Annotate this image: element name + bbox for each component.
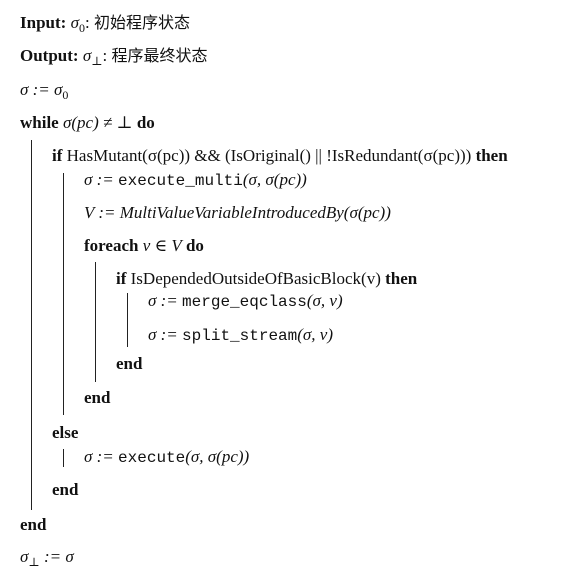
end-if: end [52, 480, 79, 499]
output-line: Output: σ⊥: 程序最终状态 [20, 46, 208, 68]
while-line: while σ(pc) ≠ ⊥ do [20, 113, 155, 133]
else-body-bar [63, 449, 64, 467]
sigma-bot-subscript: ⊥ [91, 54, 103, 68]
sigma-bot-symbol: σ [82, 46, 92, 65]
if2-line: if IsDependedOutsideOfBasicBlock(v) then [116, 269, 417, 289]
merge-line: σ := merge_eqclass(σ, v) [148, 291, 343, 311]
if2-body-bar [127, 293, 128, 347]
foreach-keyword: foreach [84, 236, 139, 255]
merge-fn: merge_eqclass [182, 293, 307, 311]
foreach-body-bar [95, 262, 96, 382]
end-if2: end [116, 354, 143, 373]
if-body-bar [63, 173, 64, 415]
if-keyword: if [52, 146, 63, 165]
foreach-line: foreach v ∈ V do [84, 236, 204, 256]
output-label: Output: [20, 46, 79, 65]
execute-multi-fn: execute_multi [118, 172, 243, 190]
final-assignment: σ⊥ := σ [20, 547, 74, 569]
output-description: 程序最终状态 [111, 46, 208, 65]
do-keyword: do [136, 113, 155, 132]
split-line: σ := split_stream(σ, v) [148, 325, 334, 345]
if2-keyword: if [116, 269, 127, 288]
while-body-bar [31, 140, 32, 510]
end-foreach: end [84, 388, 111, 407]
input-line: Input: σ0: 初始程序状态 [20, 13, 190, 35]
if2-condition: IsDependedOutsideOfBasicBlock(v) [130, 269, 381, 288]
while-keyword: while [20, 113, 59, 132]
execute-line: σ := execute(σ, σ(pc)) [84, 447, 250, 467]
while-condition: σ(pc) ≠ ⊥ [62, 113, 133, 132]
if-condition: HasMutant(σ(pc)) && (IsOriginal() || !Is… [66, 146, 472, 165]
foreach-var: v ∈ V [142, 236, 182, 255]
execute-fn: execute [118, 449, 186, 467]
foreach-do-keyword: do [185, 236, 204, 255]
execute-multi-line: σ := execute_multi(σ, σ(pc)) [84, 170, 307, 190]
if-line: if HasMutant(σ(pc)) && (IsOriginal() || … [52, 146, 508, 166]
then-keyword: then [475, 146, 508, 165]
v-assign-line: V := MultiValueVariableIntroducedBy(σ(pc… [84, 203, 391, 222]
init-assignment: σ := σ0 [20, 80, 69, 102]
input-description: 初始程序状态 [93, 13, 190, 32]
then2-keyword: then [385, 269, 418, 288]
end-while: end [20, 515, 47, 534]
else-keyword: else [52, 423, 79, 442]
sigma-zero-subscript: 0 [78, 21, 85, 35]
input-label: Input: [20, 13, 67, 32]
sigma-zero-symbol: σ [70, 13, 79, 32]
split-fn: split_stream [182, 327, 298, 345]
